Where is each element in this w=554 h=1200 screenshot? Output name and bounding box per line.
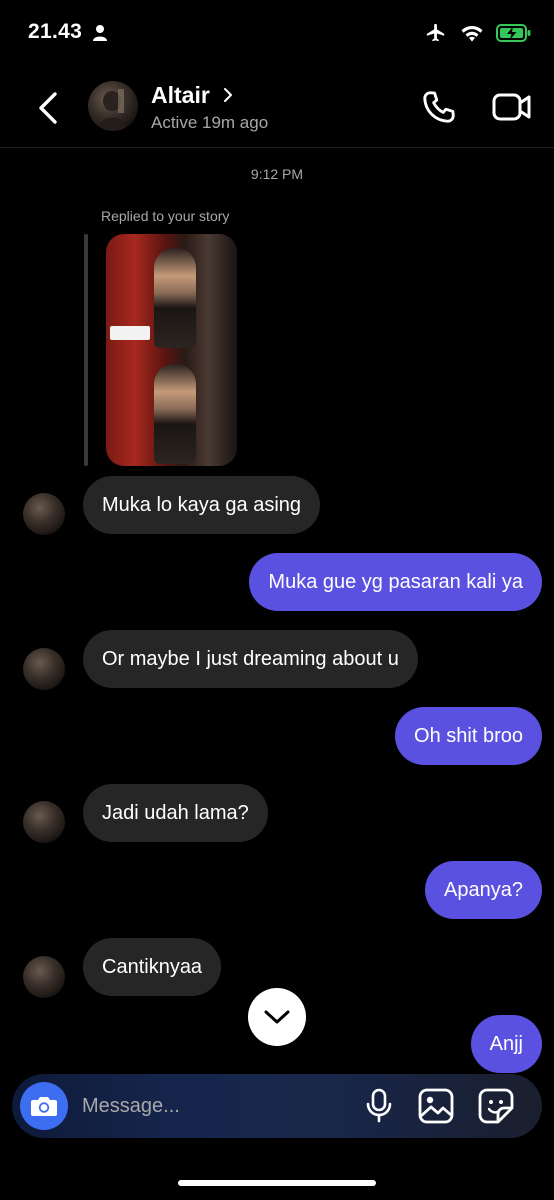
sender-avatar[interactable] bbox=[23, 801, 65, 843]
story-tag bbox=[110, 326, 150, 340]
message-timestamp: 9:12 PM bbox=[250, 166, 304, 182]
avatar-photo-icon bbox=[98, 89, 128, 131]
story-figure bbox=[154, 248, 196, 348]
incoming-message[interactable]: Cantiknyaa bbox=[83, 938, 222, 996]
phone-icon[interactable] bbox=[420, 88, 458, 126]
back-chevron-icon[interactable] bbox=[34, 88, 62, 128]
story-image-bottom bbox=[106, 350, 237, 466]
home-indicator bbox=[178, 1180, 376, 1186]
message-input[interactable] bbox=[82, 1090, 342, 1122]
chevron-down-icon bbox=[264, 1010, 290, 1024]
status-icons bbox=[424, 22, 532, 44]
camera-button[interactable] bbox=[20, 1082, 68, 1130]
story-reply-label: Replied to your story bbox=[101, 208, 230, 224]
chat-header: Altair Active 19m ago bbox=[0, 66, 554, 148]
sender-avatar[interactable] bbox=[23, 493, 65, 535]
incoming-message[interactable]: Jadi udah lama? bbox=[83, 784, 268, 842]
wifi-icon bbox=[461, 26, 483, 42]
message-composer bbox=[12, 1074, 542, 1138]
contact-status: Active 19m ago bbox=[151, 113, 269, 132]
battery-icon bbox=[496, 24, 531, 42]
scroll-to-bottom-button[interactable] bbox=[248, 988, 306, 1046]
camera-icon bbox=[31, 1097, 57, 1116]
sender-avatar[interactable] bbox=[23, 648, 65, 690]
incoming-message[interactable]: Muka lo kaya ga asing bbox=[83, 476, 321, 534]
outgoing-message[interactable]: Apanya? bbox=[425, 861, 542, 919]
contact-avatar[interactable] bbox=[88, 81, 138, 131]
outgoing-message[interactable]: Muka gue yg pasaran kali ya bbox=[249, 553, 542, 611]
story-thumbnail[interactable] bbox=[106, 234, 237, 466]
video-camera-icon[interactable] bbox=[492, 90, 532, 124]
chevron-right-icon[interactable] bbox=[222, 86, 234, 104]
sticker-icon[interactable] bbox=[478, 1088, 514, 1124]
story-figure bbox=[154, 364, 196, 464]
reply-indicator-bar bbox=[84, 234, 88, 466]
sender-avatar[interactable] bbox=[23, 956, 65, 998]
outgoing-message[interactable]: Oh shit broo bbox=[395, 707, 542, 765]
incoming-message[interactable]: Or maybe I just dreaming about u bbox=[83, 630, 418, 688]
microphone-icon[interactable] bbox=[365, 1088, 393, 1124]
status-bar: 21.43 bbox=[0, 0, 554, 66]
person-icon bbox=[93, 25, 107, 41]
contact-name[interactable]: Altair bbox=[151, 82, 210, 109]
outgoing-message[interactable]: Anjj bbox=[470, 1015, 542, 1073]
status-time: 21.43 bbox=[28, 20, 83, 43]
gallery-icon[interactable] bbox=[418, 1088, 454, 1124]
airplane-icon bbox=[426, 23, 445, 42]
